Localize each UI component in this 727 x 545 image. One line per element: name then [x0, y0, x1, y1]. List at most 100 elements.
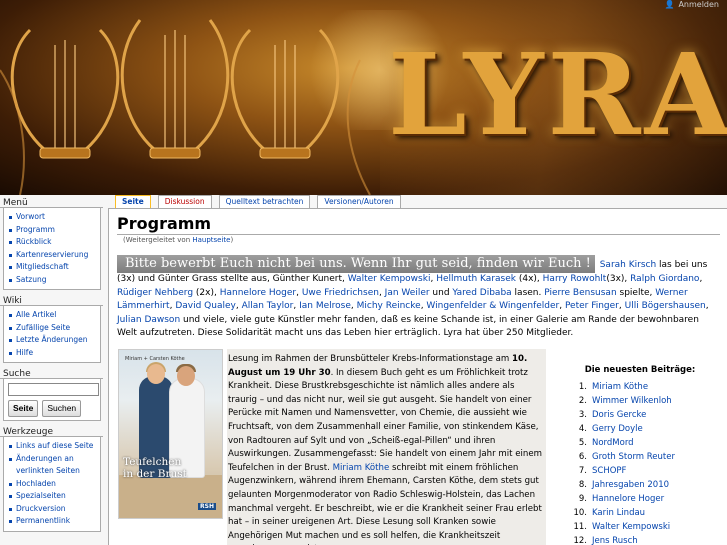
publisher-logo: RSH [198, 503, 216, 510]
link-bensusan[interactable]: Pierre Bensusan [544, 288, 616, 298]
list-number: 3. [578, 410, 587, 420]
tab-quelltext[interactable]: Quelltext betrachten [218, 195, 311, 209]
list-number: 9. [578, 494, 587, 504]
recent-link[interactable]: Karin Lindau [592, 506, 645, 520]
list-number: 6. [578, 452, 587, 462]
recent-link[interactable]: Hannelore Hoger [592, 492, 664, 506]
recent-link[interactable]: Groth Storm Reuter [592, 450, 675, 464]
sidebar-item-hilfe[interactable]: Hilfe [8, 347, 98, 360]
page-tabs: Seite Diskussion Quelltext betrachten Ve… [115, 195, 401, 209]
cover-head [147, 364, 165, 384]
intro-text: (2x), [193, 287, 220, 298]
recent-link[interactable]: NordMord [592, 436, 634, 450]
tab-diskussion[interactable]: Diskussion [157, 195, 212, 209]
recent-link[interactable]: Miriam Köthe [592, 380, 648, 394]
link-giordano[interactable]: Ralph Giordano [630, 274, 699, 284]
list-item: 4. Gerry Doyle [560, 422, 720, 436]
link-taylor[interactable]: Allan Taylor [242, 301, 294, 311]
recent-link[interactable]: SCHOPF [592, 464, 626, 478]
sidebar-item-letzte-aenderungen[interactable]: Letzte Änderungen [8, 334, 98, 347]
event-description: Lesung im Rahmen der Brunsbütteler Krebs… [227, 349, 546, 545]
event-text: Lesung im Rahmen der Brunsbütteler Krebs… [228, 354, 512, 364]
book-cover-image[interactable]: Miriam + Carsten Köthe Teufelchen in der… [118, 349, 223, 519]
sidebar-item-programm[interactable]: Programm [8, 224, 98, 237]
list-number: 2. [578, 396, 587, 406]
intro-text: , [699, 274, 703, 284]
portlet-menu: Menü Vorwort Programm Rückblick Kartenre… [0, 196, 103, 290]
redirect-link[interactable]: Hauptseite [192, 236, 230, 244]
sidebar-item-vorwort[interactable]: Vorwort [8, 211, 98, 224]
recent-posts-title: Die neuesten Beiträge: [584, 365, 696, 375]
sidebar-item-links-auf-diese-seite[interactable]: Links auf diese Seite [8, 440, 98, 453]
cover-title-line1: Teufelchen [123, 456, 182, 468]
list-number: 1. [578, 382, 587, 392]
intro-text: (4x), [515, 274, 543, 284]
list-number: 8. [578, 480, 587, 490]
tab-seite[interactable]: Seite [115, 195, 151, 209]
recent-posts: Die neuesten Beiträge: 1. Miriam Köthe 2.… [560, 365, 720, 545]
link-sarah-kirsch[interactable]: Sarah Kirsch [600, 260, 656, 270]
intro-paragraph: Bitte bewerbt Euch nicht bei uns. Wenn I… [117, 255, 714, 341]
link-dawson[interactable]: Julian Dawson [117, 315, 180, 325]
link-boegershausen[interactable]: Ulli Bögershausen [625, 301, 706, 311]
sidebar-item-rueckblick[interactable]: Rückblick [8, 236, 98, 249]
link-miriam-koethe[interactable]: Miriam Köthe [333, 463, 390, 473]
list-item: 1. Miriam Köthe [560, 380, 720, 394]
link-qualey[interactable]: David Qualey [175, 301, 236, 311]
recent-link[interactable]: Walter Kempowski [592, 520, 670, 534]
portlet-search: Suche Seite Suchen [0, 367, 103, 421]
sidebar-item-alle-artikel[interactable]: Alle Artikel [8, 309, 98, 322]
link-hoger[interactable]: Hannelore Hoger [220, 288, 296, 298]
recent-link[interactable]: Doris Gercke [592, 408, 646, 422]
link-dibaba[interactable]: Yared Dibaba [452, 288, 511, 298]
link-wingenfelder[interactable]: Wingenfelder & Wingenfelder [426, 301, 559, 311]
site-banner: LYRA [0, 0, 727, 195]
sidebar-item-spezialseiten[interactable]: Spezialseiten [8, 490, 98, 503]
link-friedrichsen[interactable]: Uwe Friedrichsen [302, 288, 379, 298]
logo-wordmark[interactable]: LYRA [388, 40, 727, 152]
redirect-note: (Weitergeleitet von Hauptseite) [123, 236, 233, 244]
event-text: schreibt mit einem fröhlichen Augenzwink… [228, 462, 542, 545]
intro-text: und viele, viele gute Künstler mehr fand… [117, 314, 699, 339]
sidebar-item-permanentlink[interactable]: Permanentlink [8, 515, 98, 528]
recent-link[interactable]: Gerry Doyle [592, 422, 643, 436]
recent-link[interactable]: Jens Rusch [592, 534, 638, 545]
list-item: 11. Walter Kempowski [560, 520, 720, 534]
portlet-tools-title: Werkzeuge [0, 425, 103, 437]
link-reincke[interactable]: Michy Reincke [357, 301, 421, 311]
intro-text: lasen. [511, 287, 545, 298]
sidebar-item-zufaellige-seite[interactable]: Zufällige Seite [8, 322, 98, 335]
portlet-wiki: Wiki Alle Artikel Zufällige Seite Letzte… [0, 294, 103, 363]
sidebar-item-hochladen[interactable]: Hochladen [8, 478, 98, 491]
sidebar-item-druckversion[interactable]: Druckversion [8, 503, 98, 516]
list-item: 12. Jens Rusch [560, 534, 720, 545]
login-link[interactable]: Anmelden [678, 0, 719, 9]
link-melrose[interactable]: Ian Melrose [299, 301, 351, 311]
cover-title-line2: in der Brust [123, 468, 187, 480]
user-icon: 👤 [664, 0, 675, 9]
portlet-wiki-title: Wiki [0, 294, 103, 306]
sidebar: Menü Vorwort Programm Rückblick Kartenre… [0, 196, 103, 536]
list-item: 3. Doris Gercke [560, 408, 720, 422]
sidebar-item-kartenreservierung[interactable]: Kartenreservierung [8, 249, 98, 262]
search-input[interactable] [8, 383, 99, 396]
list-item: 8. Jahresgaben 2010 [560, 478, 720, 492]
link-rowohlt[interactable]: Harry Rowohlt [543, 274, 607, 284]
list-number: 12. [573, 536, 587, 545]
quote-banner: Bitte bewerbt Euch nicht bei uns. Wenn I… [117, 255, 595, 273]
sidebar-item-aenderungen-verlinkt[interactable]: Änderungen an verlinkten Seiten [8, 453, 98, 478]
link-finger[interactable]: Peter Finger [565, 301, 619, 311]
recent-link[interactable]: Wimmer Wilkenloh [592, 394, 672, 408]
go-button[interactable]: Seite [8, 400, 39, 417]
link-nehberg[interactable]: Rüdiger Nehberg [117, 288, 193, 298]
search-button[interactable]: Suchen [42, 400, 82, 417]
intro-text: (3x), [606, 274, 631, 284]
recent-link[interactable]: Jahresgaben 2010 [592, 478, 669, 492]
link-karasek[interactable]: Hellmuth Karasek [436, 274, 516, 284]
tab-versionen[interactable]: Versionen/Autoren [317, 195, 401, 209]
page-title: Programm [117, 214, 212, 233]
link-weiler[interactable]: Jan Weiler [385, 288, 430, 298]
link-kempowski[interactable]: Walter Kempowski [348, 274, 431, 284]
sidebar-item-satzung[interactable]: Satzung [8, 274, 98, 287]
sidebar-item-mitgliedschaft[interactable]: Mitgliedschaft [8, 261, 98, 274]
